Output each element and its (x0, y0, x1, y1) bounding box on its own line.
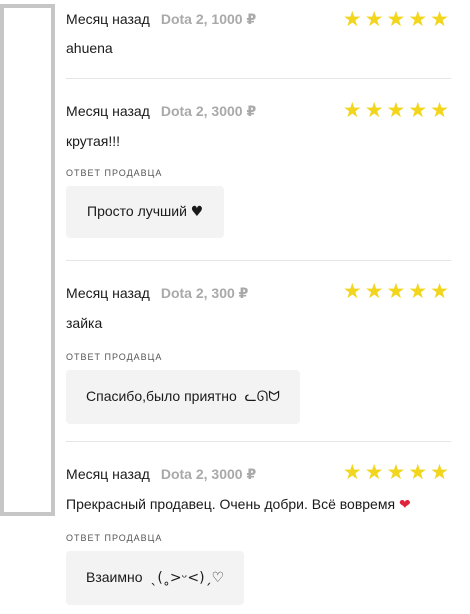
seller-reply-box: Просто лучший ♥ (66, 186, 225, 238)
review-text: ahuena (66, 40, 451, 56)
rating-stars: ★ ★ ★ ★ ★ (342, 98, 449, 122)
review-date: Месяц назад (66, 11, 150, 27)
review-product[interactable]: Dota 2, 1000 ₽ (161, 11, 256, 28)
star-icon: ★ (342, 279, 362, 303)
review-product[interactable]: Dota 2, 3000 ₽ (161, 103, 256, 120)
star-icon: ★ (430, 279, 449, 303)
star-icon: ★ (364, 98, 384, 122)
seller-reply-box: Взаимно ˎ(˳>ᵕ<)ˏ♡ (66, 551, 245, 605)
rating-stars: ★ ★ ★ ★ ★ (342, 460, 449, 484)
rating-stars: ★ ★ ★ ★ ★ (342, 279, 449, 303)
star-icon: ★ (386, 7, 406, 31)
review-item: Месяц назад Dota 2, 300 ₽ ★ ★ ★ ★ ★ зайк… (66, 261, 451, 442)
seller-reply-text: Взаимно (86, 569, 143, 585)
review-item: Месяц назад Dota 2, 3000 ₽ ★ ★ ★ ★ ★ кру… (66, 79, 451, 261)
review-text-content: крутая!!! (66, 133, 121, 149)
review-text: зайка (66, 315, 451, 331)
seller-reply-label: Ответ продавца (66, 533, 163, 543)
star-icon: ★ (386, 279, 406, 303)
star-icon: ★ (430, 7, 449, 31)
star-icon: ★ (364, 460, 384, 484)
star-icon: ★ (364, 7, 384, 31)
star-icon: ★ (342, 460, 362, 484)
seller-reply-text: Просто лучший (87, 203, 187, 219)
cat-emoticon-icon: ᓚᘏᗢ (244, 389, 280, 405)
star-icon: ★ (342, 98, 362, 122)
review-text: крутая!!! (66, 133, 451, 149)
review-item: Месяц назад Dota 2, 1000 ₽ ★ ★ ★ ★ ★ ahu… (66, 0, 451, 79)
star-icon: ★ (430, 460, 449, 484)
seller-reply-text: Спасибо,было приятно (86, 388, 237, 404)
star-icon: ★ (408, 7, 428, 31)
rating-stars: ★ ★ ★ ★ ★ (342, 7, 449, 31)
star-icon: ★ (386, 98, 406, 122)
seller-reply-box: Спасибо,было приятно ᓚᘏᗢ (66, 370, 300, 424)
reviews-list: Месяц назад Dota 2, 1000 ₽ ★ ★ ★ ★ ★ ahu… (66, 0, 451, 614)
review-date: Месяц назад (66, 103, 150, 119)
star-icon: ★ (430, 98, 449, 122)
review-text-content: ahuena (66, 40, 113, 56)
review-text: Прекрасный продавец. Очень добри. Всё во… (66, 496, 451, 513)
review-item: Месяц назад Dota 2, 3000 ₽ ★ ★ ★ ★ ★ Пре… (66, 442, 451, 614)
review-text-content: Прекрасный продавец. Очень добри. Всё во… (66, 496, 396, 512)
review-date: Месяц назад (66, 466, 150, 482)
star-icon: ★ (342, 7, 362, 31)
star-icon: ★ (408, 279, 428, 303)
review-product[interactable]: Dota 2, 300 ₽ (161, 285, 249, 302)
review-text-content: зайка (66, 315, 103, 331)
star-icon: ★ (364, 279, 384, 303)
kaomoji-icon: ˎ(˳>ᵕ<)ˏ♡ (150, 570, 225, 586)
star-icon: ★ (408, 98, 428, 122)
star-icon: ★ (386, 460, 406, 484)
heart-icon: ❤ (398, 497, 411, 513)
review-product[interactable]: Dota 2, 3000 ₽ (161, 466, 256, 483)
heart-icon: ♥ (190, 204, 204, 220)
star-icon: ★ (408, 460, 428, 484)
review-date: Месяц назад (66, 285, 150, 301)
seller-reply-label: Ответ продавца (66, 352, 163, 362)
seller-reply-label: Ответ продавца (66, 168, 163, 178)
side-frame (0, 4, 55, 516)
